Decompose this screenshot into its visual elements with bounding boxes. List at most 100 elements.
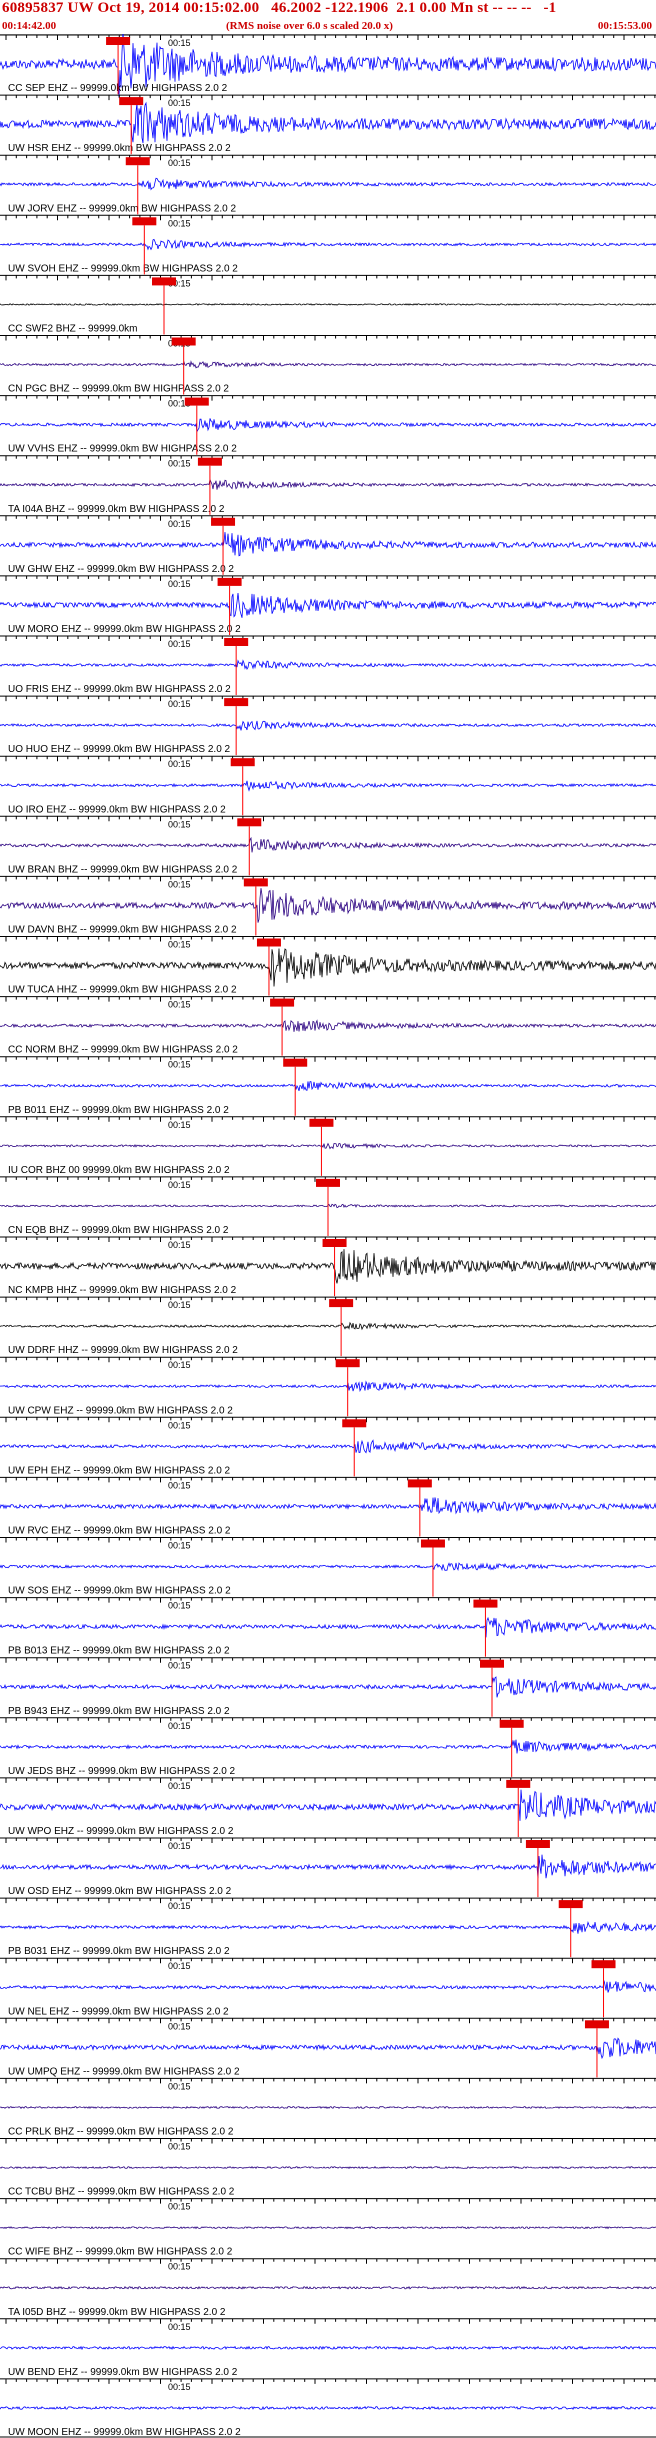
time-mark-label: 00:15 (168, 2202, 191, 2212)
station-label: UW DAVN BHZ -- 99999.0km BW HIGHPASS 2.0… (8, 925, 237, 936)
trace-row: 00:15 UW NEL EHZ -- 99999.0km BW HIGHPASS… (0, 1957, 656, 2018)
trace-row: 00:15 UW TUCA HHZ -- 99999.0km BW HIGHPAS… (0, 936, 656, 996)
trace-row: 00:15 PB B011 EHZ -- 99999.0km BW HIGHPAS… (0, 1056, 656, 1116)
pick-marker (106, 37, 131, 45)
waveform (0, 303, 656, 306)
pick-marker (283, 1058, 308, 1067)
end-time-label: 00:15:53.00 (597, 20, 652, 32)
station-label: PB B943 EHZ -- 99999.0km BW HIGHPASS 2.0… (8, 1706, 230, 1717)
page-title: 60895837 UW Oct 19, 2014 00:15:02.00 46.… (2, 0, 557, 16)
waveform (0, 1562, 656, 1572)
trace-row: 00:15CC SEP EHZ -- 99999.0km BW HIGHPASS… (0, 34, 656, 98)
waveform (0, 1142, 656, 1150)
time-mark-label: 00:15 (168, 1721, 191, 1731)
station-label: UW BEND EHZ -- 99999.0km BW HIGHPASS 2.0… (8, 2367, 238, 2378)
station-label: UW SVOH EHZ -- 99999.0km BW HIGHPASS 2.0… (8, 263, 238, 274)
trace-row: 00:15 PB B013 EHZ -- 99999.0km BW HIGHPAS… (0, 1597, 656, 1657)
time-mark-label: 00:15 (168, 98, 191, 108)
station-label: UW VVHS EHZ -- 99999.0km BW HIGHPASS 2.0… (8, 444, 237, 455)
pick-marker (473, 1599, 498, 1608)
time-mark-label: 00:15 (168, 1661, 191, 1671)
waveform (0, 1616, 656, 1638)
station-label: UW GHW EHZ -- 99999.0km BW HIGHPASS 2.0 … (8, 564, 234, 575)
waveform (0, 418, 656, 433)
waveform (0, 2285, 656, 2290)
waveform (0, 780, 656, 792)
time-mark-label: 00:15 (168, 1120, 191, 1130)
station-label: UW MOON EHZ -- 99999.0km BW HIGHPASS 2.0… (8, 2427, 241, 2438)
pick-marker (335, 1359, 360, 1368)
station-label: UW UMPQ EHZ -- 99999.0km BW HIGHPASS 2.0… (8, 2066, 240, 2077)
station-label: PB B011 EHZ -- 99999.0km BW HIGHPASS 2.0… (8, 1105, 229, 1116)
waveform (0, 1920, 656, 1934)
waveform (0, 2166, 656, 2170)
station-label: TA I04A BHZ -- 99999.0km BW HIGHPASS 2.0… (8, 504, 225, 515)
station-label: UW OSD EHZ -- 99999.0km BW HIGHPASS 2.0 … (8, 1886, 232, 1897)
trace-row: 00:15 UW JORV EHZ -- 99999.0km BW HIGHPAS… (0, 154, 656, 215)
station-label: UW CPW EHZ -- 99999.0km BW HIGHPASS 2.0 … (8, 1405, 233, 1416)
waveform (0, 593, 656, 618)
pick-marker (152, 277, 176, 286)
pick-marker (211, 517, 236, 526)
station-label: PB B013 EHZ -- 99999.0km BW HIGHPASS 2.0… (8, 1646, 230, 1657)
pick-marker (243, 878, 268, 887)
time-mark-label: 00:15 (168, 1420, 191, 1430)
trace-row: 00:15UW VVHS EHZ -- 99999.0km BW HIGHPAS… (0, 395, 656, 455)
waveform (0, 2345, 656, 2351)
pick-marker (132, 217, 157, 226)
station-label: UW TUCA HHZ -- 99999.0km BW HIGHPASS 2.0… (8, 985, 237, 996)
trace-row: 00:15 UW HSR EHZ -- 99999.0km BW HIGHPASS… (0, 94, 656, 155)
time-mark-label: 00:15 (168, 519, 191, 529)
waveform (0, 1854, 656, 1879)
pick-marker (197, 457, 222, 466)
time-mark-label: 00:15 (168, 1480, 191, 1490)
time-mark-label: 00:15 (168, 1781, 191, 1791)
waveform (0, 2037, 656, 2060)
pick-marker (558, 1900, 583, 1909)
trace-row: 00:15 UO HUO EHZ -- 99999.0km BW HIGHPASS… (0, 695, 656, 756)
trace-row: 00:15 UW BEND EHZ -- 99999.0km BW HIGHPAS… (0, 2318, 656, 2378)
time-mark-label: 00:15 (168, 2262, 191, 2272)
time-mark-label: 00:15 (168, 2382, 191, 2392)
pick-marker (322, 1239, 347, 1247)
time-mark-label: 00:15 (168, 579, 191, 589)
pick-marker (230, 758, 255, 767)
trace-row: 00:15 PB B031 EHZ -- 99999.0km BW HIGHPAS… (0, 1897, 656, 1958)
station-label: TA I05D BHZ -- 99999.0km BW HIGHPASS 2.0… (8, 2307, 226, 2318)
pick-marker (499, 1719, 524, 1728)
pick-marker (329, 1299, 354, 1308)
trace-row: 00:15 UW GHW EHZ -- 99999.0km BW HIGHPASS… (0, 515, 656, 575)
pick-marker (224, 698, 249, 707)
station-label: CN PGC BHZ -- 99999.0km BW HIGHPASS 2.0 … (8, 384, 229, 395)
header: 60895837 UW Oct 19, 2014 00:15:02.00 46.… (0, 0, 656, 35)
time-mark-label: 00:15 (168, 1841, 191, 1851)
trace-row: 00:15 NC KMPB HHZ -- 99999.0km BW HIGHPAS… (0, 1236, 656, 1297)
time-mark-label: 00:15 (168, 1180, 191, 1190)
trace-row: 00:15CN PGC BHZ -- 99999.0km BW HIGHPASS… (0, 335, 656, 395)
time-mark-label: 00:15 (168, 639, 191, 649)
station-label: UW MORO EHZ -- 99999.0km BW HIGHPASS 2.0… (8, 624, 241, 635)
pick-marker (309, 1118, 334, 1127)
waveform (0, 1676, 656, 1698)
trace-row: 00:15 UO IRO EHZ -- 99999.0km BW HIGHPASS… (0, 755, 656, 816)
time-mark-label: 00:15 (168, 1601, 191, 1611)
time-mark-label: 00:15 (168, 1300, 191, 1310)
trace-row: 00:15 IU COR BHZ 00 99999.0km BW HIGHPASS… (0, 1116, 656, 1176)
station-label: UO FRIS EHZ -- 99999.0km BW HIGHPASS 2.0… (8, 684, 231, 695)
pick-marker (407, 1479, 432, 1488)
trace-row: 00:15 UW CPW EHZ -- 99999.0km BW HIGHPASS… (0, 1356, 656, 1417)
rms-note: (RMS noise over 6.0 s scaled 20.0 x) (226, 20, 393, 32)
time-mark-label: 00:15 (168, 1541, 191, 1551)
waveform (0, 1081, 656, 1092)
pick-marker (420, 1539, 445, 1548)
station-label: UW SOS EHZ -- 99999.0km BW HIGHPASS 2.0 … (8, 1586, 231, 1597)
pick-marker (224, 638, 249, 646)
station-label: CC PRLK BHZ -- 99999.0km BW HIGHPASS 2.0… (8, 2127, 234, 2138)
trace-row: 00:15 UW OSD EHZ -- 99999.0km BW HIGHPASS… (0, 1837, 656, 1898)
waveform (0, 1249, 656, 1284)
waveform (0, 1439, 656, 1454)
pick-marker (506, 1779, 531, 1788)
station-label: UW HSR EHZ -- 99999.0km BW HIGHPASS 2.0 … (8, 143, 231, 154)
pick-marker (480, 1659, 504, 1668)
waveform (0, 1980, 656, 1993)
